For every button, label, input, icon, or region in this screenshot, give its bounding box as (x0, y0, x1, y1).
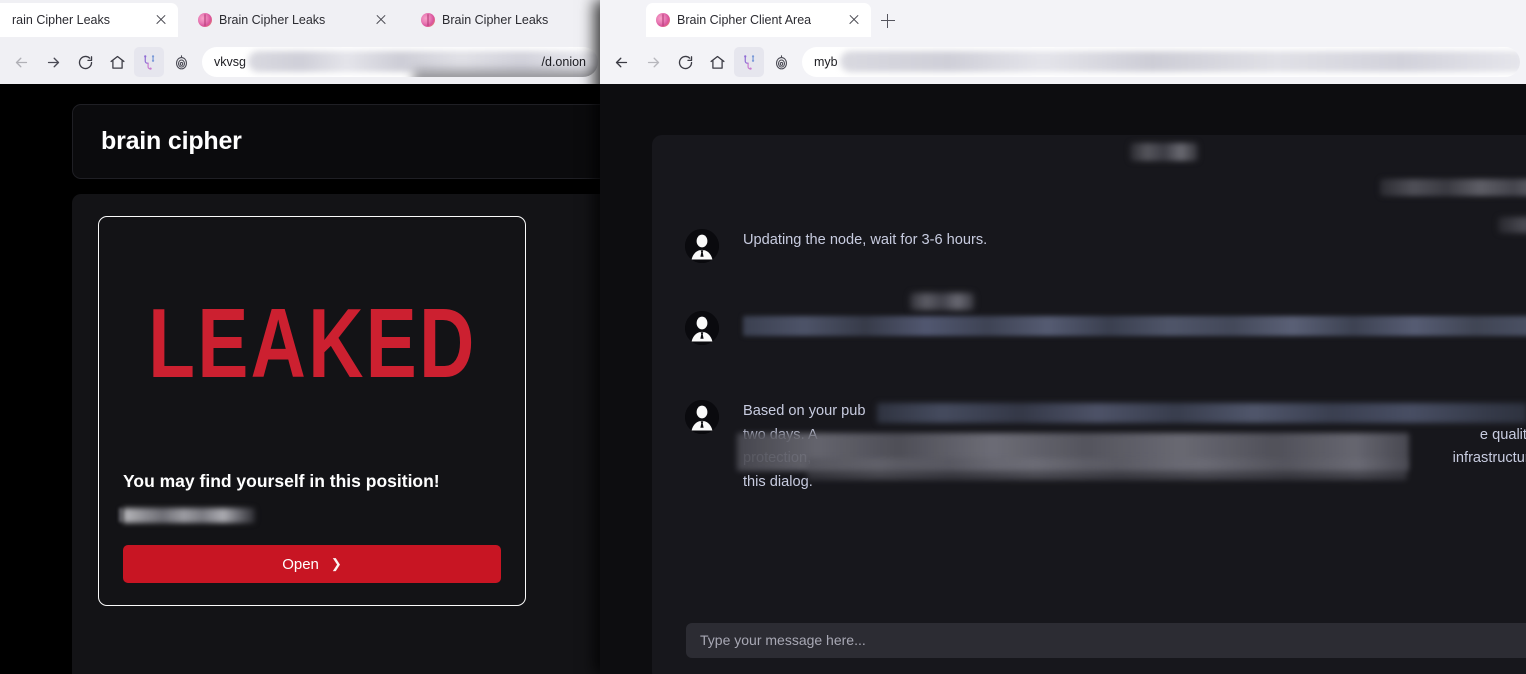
leak-card[interactable]: LEAKED You may find yourself in this pos… (98, 216, 526, 606)
chat-message-text (743, 311, 1526, 341)
right-tabstrip: Brain Cipher Client Area (600, 0, 1526, 40)
url-shadow-overlay (412, 71, 598, 77)
left-page-content: brain cipher LEAKED You may find yoursel… (0, 84, 604, 674)
message-input[interactable] (686, 622, 1526, 658)
chat-message: Based on your pub for ex two days. A e q… (685, 400, 1526, 495)
onion-security-icon[interactable] (766, 47, 796, 77)
leak-listing-panel: LEAKED You may find yourself in this pos… (72, 194, 604, 674)
tab-label: rain Cipher Leaks (12, 13, 110, 27)
url-suffix: /d.onion (541, 55, 586, 69)
left-browser-window[interactable]: rain Cipher Leaks Brain Cipher Leaks Bra… (0, 0, 604, 674)
user-avatar-icon (685, 311, 719, 345)
back-arrow-icon[interactable] (6, 47, 36, 77)
chat-timestamp-redacted (910, 293, 974, 310)
tab-brain-cipher-client-area[interactable]: Brain Cipher Client Area (646, 3, 871, 37)
reload-icon[interactable] (70, 47, 100, 77)
tab-label: Brain Cipher Leaks (442, 13, 549, 27)
open-button-label: Open (282, 555, 319, 573)
forward-arrow-icon[interactable] (638, 47, 668, 77)
chat-panel: Updating the node, wait for 3-6 hours. B… (652, 135, 1526, 674)
tab-label: Brain Cipher Leaks (219, 13, 326, 27)
message-composer (652, 598, 1526, 674)
tor-circuit-icon[interactable] (134, 47, 164, 77)
chat-header-redacted-2 (1380, 179, 1526, 196)
right-page-content: Updating the node, wait for 3-6 hours. B… (600, 84, 1526, 674)
back-arrow-icon[interactable] (606, 47, 636, 77)
leaked-banner-text: LEAKED (147, 288, 477, 399)
close-tab-icon[interactable] (372, 11, 390, 29)
user-avatar-icon (685, 229, 719, 263)
url-prefix: vkvsg (214, 55, 246, 69)
user-avatar-icon (685, 400, 719, 434)
open-button[interactable]: Open ❯ (123, 545, 501, 583)
left-tabstrip: rain Cipher Leaks Brain Cipher Leaks Bra… (0, 0, 604, 40)
home-icon[interactable] (102, 47, 132, 77)
left-browser-chrome: rain Cipher Leaks Brain Cipher Leaks Bra… (0, 0, 604, 84)
tab-brain-cipher-leaks-1[interactable]: rain Cipher Leaks (0, 3, 178, 37)
tab-label: Brain Cipher Client Area (677, 13, 812, 27)
chat-message-redacted (743, 316, 1526, 336)
chevron-right-icon: ❯ (330, 556, 342, 571)
home-icon[interactable] (702, 47, 732, 77)
brain-cipher-favicon (421, 13, 435, 27)
leak-banner: LEAKED (99, 217, 525, 471)
chat-message-text: Based on your pub for ex two days. A e q… (737, 400, 1526, 495)
right-browser-window[interactable]: Brain Cipher Client Area myb Updating th… (600, 0, 1526, 674)
page-title: brain cipher (101, 127, 242, 155)
brain-cipher-favicon (198, 13, 212, 27)
right-navigation-toolbar: myb (600, 40, 1526, 84)
right-browser-chrome: Brain Cipher Client Area myb (600, 0, 1526, 84)
close-tab-icon[interactable] (845, 11, 863, 29)
right-url-bar[interactable]: myb (802, 47, 1520, 77)
url-prefix: myb (814, 55, 838, 69)
reload-icon[interactable] (670, 47, 700, 77)
leak-card-body: You may find yourself in this position! … (99, 471, 525, 605)
plus-icon[interactable] (876, 9, 900, 33)
brain-cipher-favicon (656, 13, 670, 27)
leak-card-title: You may find yourself in this position! (123, 471, 440, 491)
leak-subtitle-tick (119, 508, 122, 522)
close-tab-icon[interactable] (152, 11, 170, 29)
chat-message: Updating the node, wait for 3-6 hours. (685, 229, 1503, 263)
site-header-panel: brain cipher (72, 104, 604, 179)
onion-security-icon[interactable] (166, 47, 196, 77)
leak-subtitle-redacted (123, 508, 255, 523)
url-redacted-region (840, 51, 1520, 72)
chat-message (685, 311, 1526, 345)
tor-circuit-icon[interactable] (734, 47, 764, 77)
chat-redacted-span-3 (807, 458, 1407, 480)
chat-header-redacted-1 (1130, 143, 1198, 161)
left-navigation-toolbar: vkvsg /d.onion (0, 40, 604, 84)
tab-brain-cipher-leaks-2[interactable]: Brain Cipher Leaks (188, 3, 398, 37)
screen: ✕ rain Cipher Leaks Brain Cipher Leaks (0, 0, 1526, 674)
chat-message-text: Updating the node, wait for 3-6 hours. (743, 232, 988, 248)
chat-redacted-span-1 (877, 403, 1526, 423)
left-url-bar[interactable]: vkvsg /d.onion (202, 47, 598, 77)
tab-brain-cipher-leaks-3[interactable]: Brain Cipher Leaks (411, 3, 604, 37)
forward-arrow-icon[interactable] (38, 47, 68, 77)
